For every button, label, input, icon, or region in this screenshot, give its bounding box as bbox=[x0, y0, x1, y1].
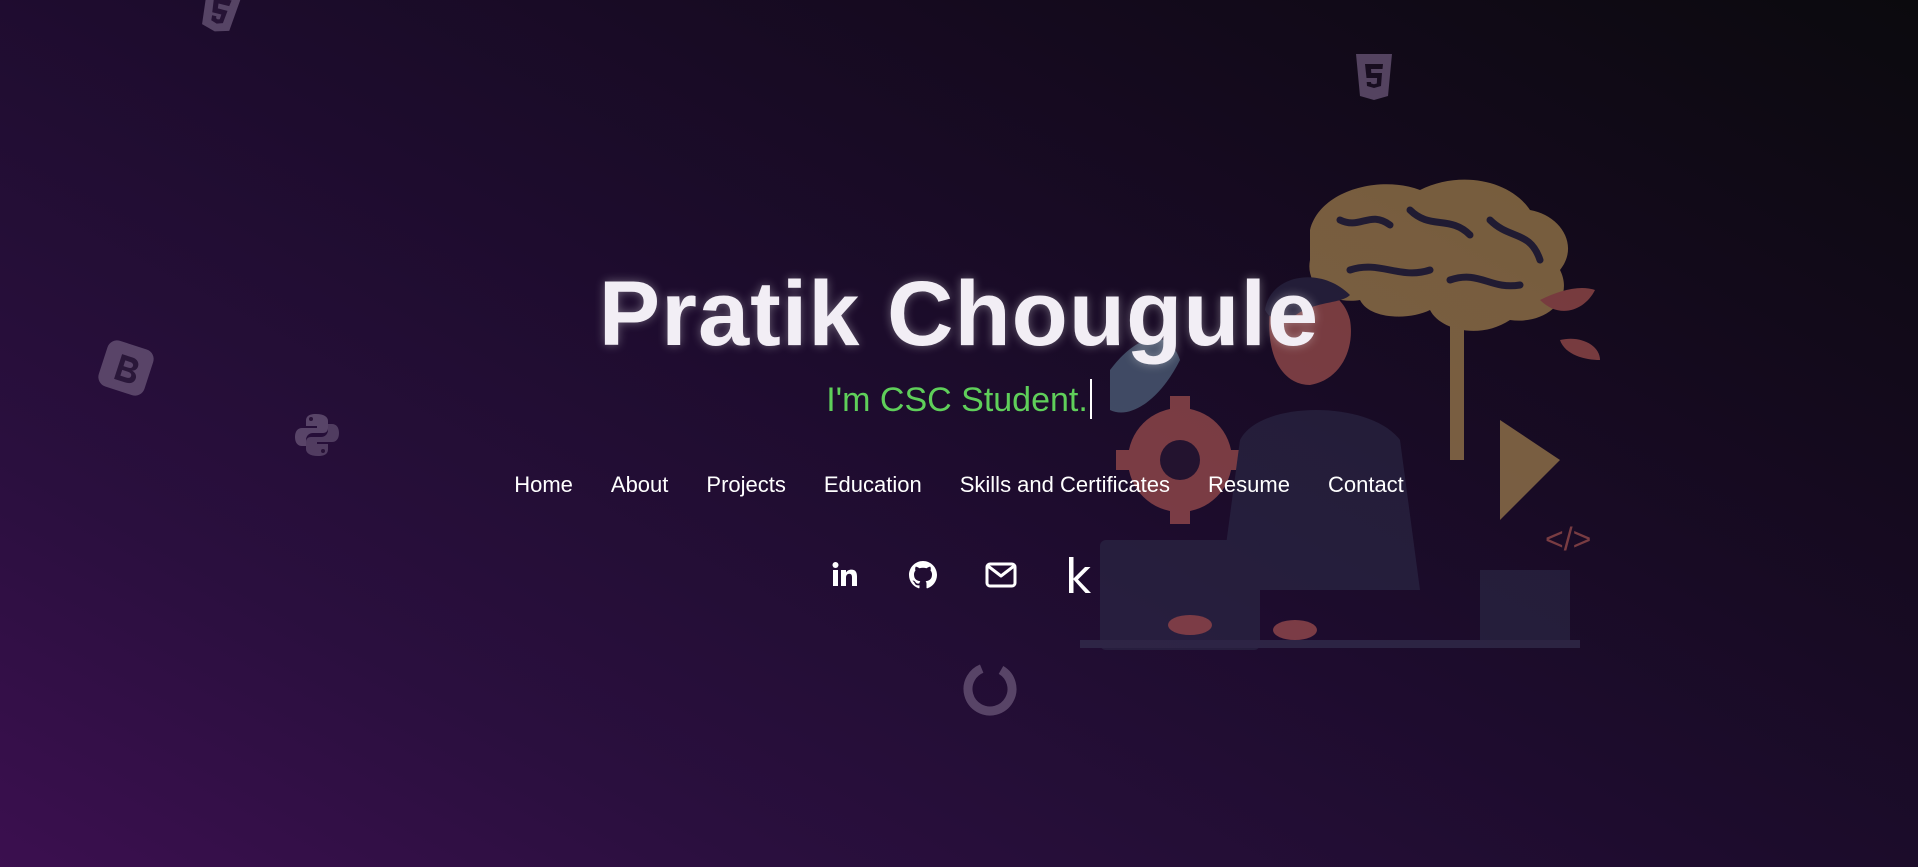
nav-contact[interactable]: Contact bbox=[1328, 468, 1404, 502]
linkedin-link[interactable] bbox=[826, 556, 864, 594]
nav-home[interactable]: Home bbox=[514, 468, 573, 502]
typing-caret bbox=[1089, 379, 1092, 419]
kaggle-icon bbox=[1069, 557, 1091, 593]
linkedin-icon bbox=[832, 562, 857, 586]
kaggle-link[interactable] bbox=[1060, 556, 1098, 594]
nav-about[interactable]: About bbox=[611, 468, 669, 502]
github-link[interactable] bbox=[904, 556, 942, 594]
nav-skills-and-certificates[interactable]: Skills and Certificates bbox=[960, 468, 1170, 502]
main-nav: Home About Projects Education Skills and… bbox=[0, 468, 1918, 502]
email-link[interactable] bbox=[982, 556, 1020, 594]
hero-name: Pratik Chougule bbox=[598, 263, 1320, 365]
hero-typed-tagline: I'm CSC Student. bbox=[0, 378, 1918, 422]
social-links bbox=[826, 556, 1098, 594]
hero-section: Pratik Chougule I'm CSC Student. Home Ab… bbox=[0, 0, 1918, 867]
github-icon bbox=[909, 561, 937, 589]
typed-text: I'm CSC Student. bbox=[826, 381, 1088, 419]
nav-education[interactable]: Education bbox=[824, 468, 922, 502]
mail-icon bbox=[985, 562, 1017, 588]
nav-projects[interactable]: Projects bbox=[706, 468, 785, 502]
nav-resume[interactable]: Resume bbox=[1208, 468, 1290, 502]
